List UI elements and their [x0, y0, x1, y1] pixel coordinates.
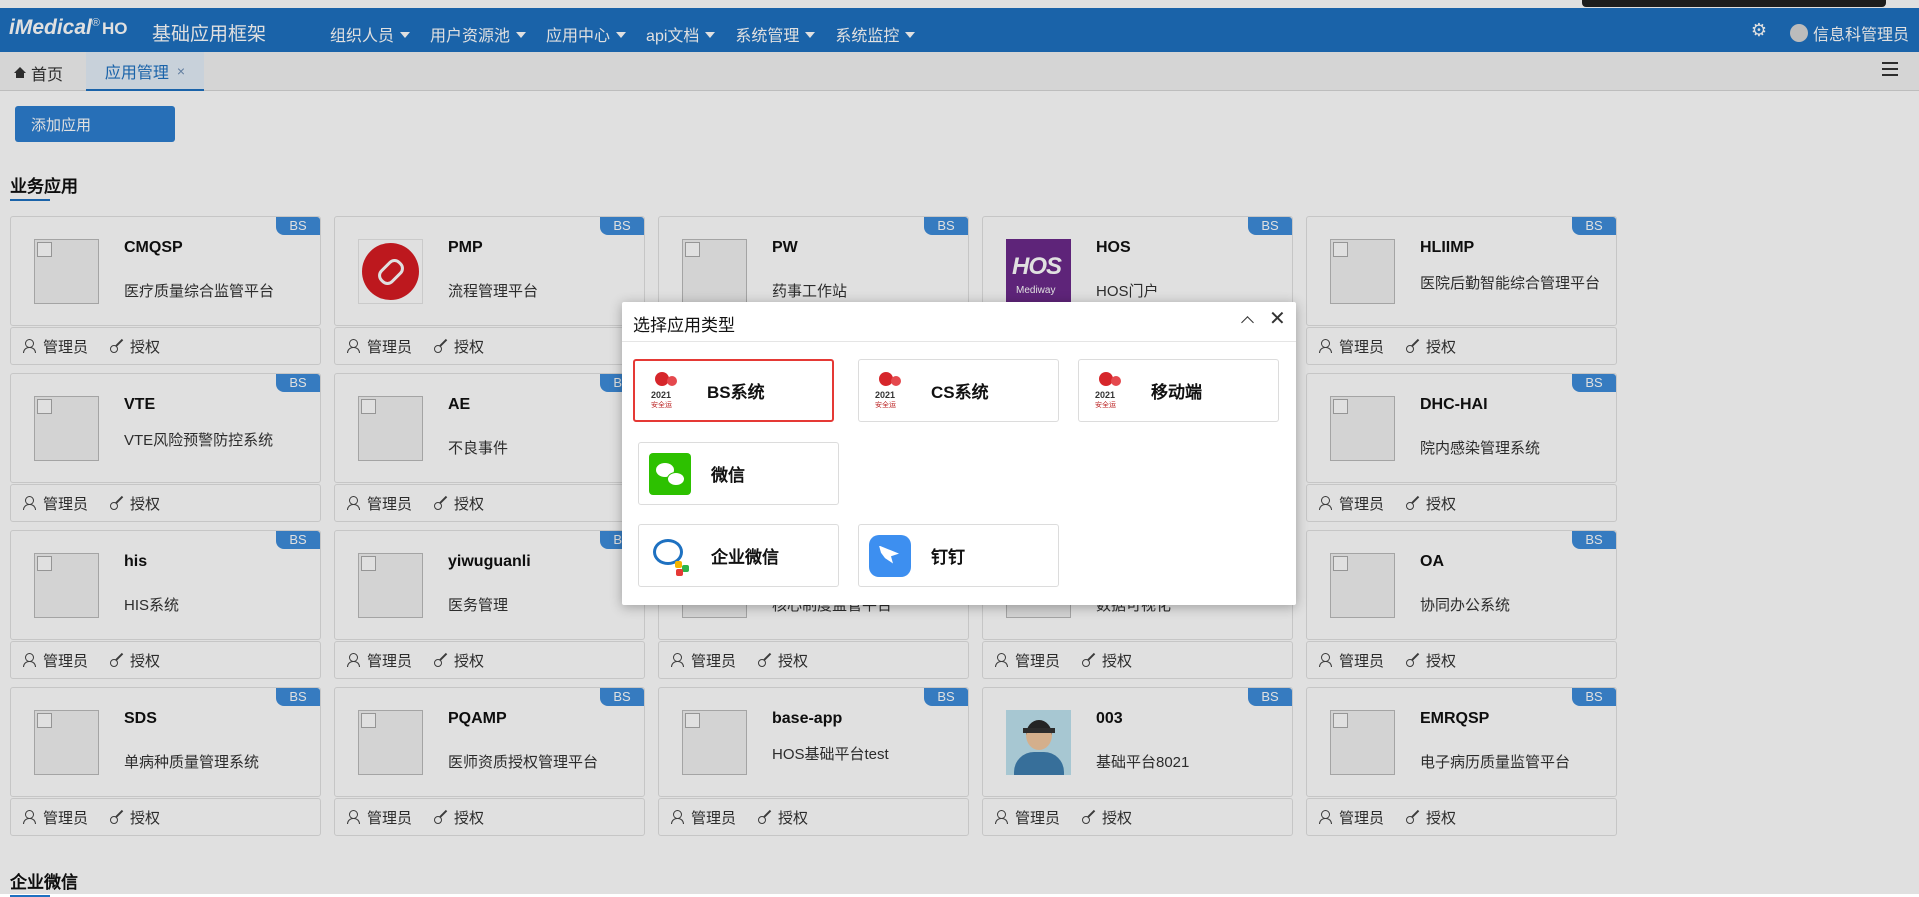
- option-dingtalk[interactable]: 钉钉: [858, 524, 1059, 587]
- collapse-icon[interactable]: [1240, 312, 1256, 328]
- option-wechat[interactable]: 微信: [638, 442, 839, 505]
- select-app-type-dialog: 选择应用类型 ✕ 2021 安全运 BS系统 2021 安全运 CS系统 2021 安…: [622, 302, 1296, 605]
- option-bs-system[interactable]: 2021 安全运 BS系统: [633, 359, 834, 422]
- logo-2021-icon: 2021 安全运: [645, 369, 687, 412]
- option-cs-system[interactable]: 2021 安全运 CS系统: [858, 359, 1059, 422]
- wework-icon: [649, 535, 691, 577]
- dialog-header: 选择应用类型 ✕: [622, 302, 1296, 342]
- dingtalk-icon: [869, 534, 911, 577]
- logo-2021-icon: 2021 安全运: [869, 369, 911, 412]
- option-mobile[interactable]: 2021 安全运 移动端: [1078, 359, 1279, 422]
- wechat-icon: [649, 452, 691, 495]
- dialog-title: 选择应用类型: [633, 316, 735, 335]
- option-wework[interactable]: 企业微信: [638, 524, 839, 587]
- logo-2021-icon: 2021 安全运: [1089, 369, 1131, 412]
- close-icon[interactable]: ✕: [1269, 309, 1286, 329]
